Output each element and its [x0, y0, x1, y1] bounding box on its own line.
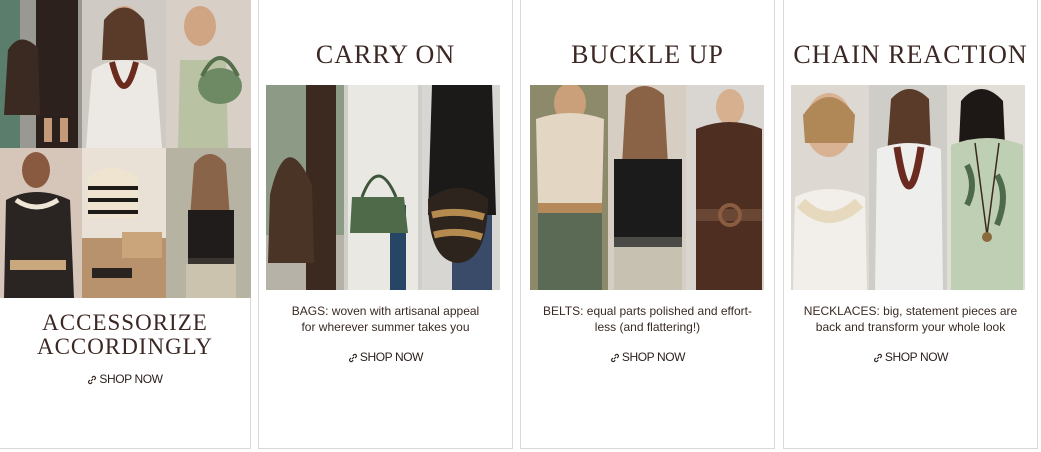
necklaces-shop-now-label: SHOP NOW [884, 350, 949, 364]
hero-shop-now-link[interactable]: SHOP NOW [0, 372, 250, 388]
hero-collage-image[interactable] [0, 0, 251, 298]
belts-shop-now-label: SHOP NOW [621, 350, 686, 364]
necklaces-shop-now-link[interactable]: SHOP NOW [784, 350, 1037, 366]
card-description: NECKLACES: big, statement pieces are bac… [792, 303, 1029, 335]
link-icon [348, 352, 358, 366]
necklaces-card: CHAIN REACTION NECKLACES: big, statement… [783, 0, 1038, 449]
link-icon [87, 374, 97, 388]
photo-wood-necklace [791, 85, 869, 290]
belts-card: BUCKLE UP BELTS: equal parts polished an… [520, 0, 775, 449]
card-title: BUCKLE UP [571, 40, 724, 69]
belts-shop-now-link[interactable]: SHOP NOW [521, 350, 774, 366]
card-description-line-2: less (and flattering!) [594, 320, 701, 334]
link-icon [873, 352, 883, 366]
belts-image[interactable] [530, 85, 764, 290]
photo-black-top-belt [608, 85, 686, 290]
photo-knit-top-model [530, 85, 608, 290]
hero-title-line-1: ACCESSORIZE [42, 310, 208, 335]
photo-belt-model [166, 148, 251, 298]
photo-black-top-model [0, 148, 82, 298]
photo-necklace-model [82, 0, 166, 148]
hero-shop-now-label: SHOP NOW [99, 372, 163, 386]
hero-title-line-2: ACCORDINGLY [36, 334, 214, 359]
photo-green-bag [166, 0, 251, 148]
hero-title: ACCESSORIZE ACCORDINGLY [0, 311, 250, 359]
photo-shirtdress-belt [686, 85, 764, 290]
card-title: CARRY ON [315, 40, 456, 69]
photo-brown-tote [266, 85, 344, 290]
card-description-line-1: BELTS: equal parts polished and effort- [542, 304, 752, 318]
card-description-line-2: for wherever summer takes you [301, 320, 470, 334]
card-title: CHAIN REACTION [793, 40, 1028, 69]
photo-raffia-bag [422, 85, 500, 290]
link-icon [610, 352, 620, 366]
photo-beaded-necklace [869, 85, 947, 290]
photo-tote-model [0, 0, 82, 148]
card-description-line-2: back and transform your whole look [815, 320, 1006, 334]
photo-green-bag-white-pants [344, 85, 422, 290]
photo-pendant-necklace [947, 85, 1025, 290]
photo-bags-flatlay [82, 148, 166, 298]
card-description-line-1: BAGS: woven with artisanal appeal [291, 304, 480, 318]
necklaces-image[interactable] [791, 85, 1025, 290]
card-description: BAGS: woven with artisanal appeal for wh… [267, 303, 504, 335]
card-description: BELTS: equal parts polished and effort- … [529, 303, 766, 335]
bags-shop-now-label: SHOP NOW [359, 350, 424, 364]
hero-card: ACCESSORIZE ACCORDINGLY SHOP NOW [0, 0, 251, 449]
bags-image[interactable] [266, 85, 500, 290]
bags-card: CARRY ON BAGS: woven with artisanal appe… [258, 0, 513, 449]
card-description-line-1: NECKLACES: big, statement pieces are [803, 304, 1018, 318]
bags-shop-now-link[interactable]: SHOP NOW [259, 350, 512, 366]
